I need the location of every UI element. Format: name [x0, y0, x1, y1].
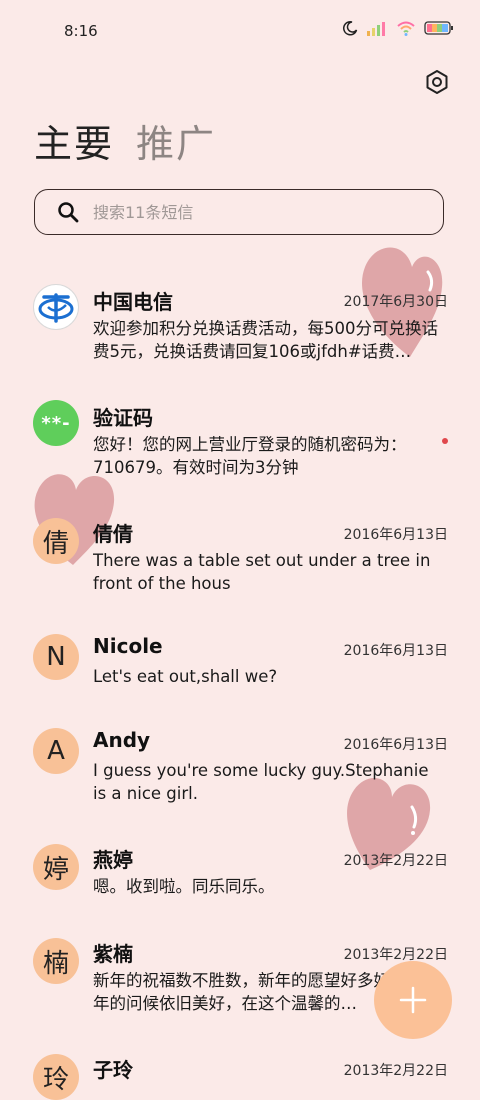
- conversation-preview: I guess you're some lucky guy.Stephanie …: [93, 761, 429, 803]
- conversation-name: 子玲: [93, 1058, 133, 1082]
- conversation-date: 2013年2月22日: [343, 947, 448, 963]
- status-bar: 8:16: [0, 0, 480, 60]
- conversation-preview: 您好！您的网上营业厅登录的随机密码为：710679。有效时间为3分钟: [93, 435, 407, 477]
- avatar: A: [33, 728, 79, 774]
- conversation-date: 2013年2月22日: [343, 1063, 448, 1079]
- status-icons: [342, 20, 454, 36]
- settings-icon: [426, 70, 448, 94]
- conversation-item[interactable]: A Andy 2016年6月13日 I guess you're some lu…: [0, 702, 480, 812]
- settings-button[interactable]: [422, 67, 452, 97]
- conversation-date: 2013年2月22日: [343, 853, 448, 869]
- plus-icon: [399, 986, 427, 1014]
- search-bar[interactable]: [34, 189, 444, 235]
- conversation-name: 燕婷: [93, 848, 133, 872]
- avatar: 婷: [33, 844, 79, 890]
- china-telecom-logo-icon: [38, 293, 74, 323]
- conversation-preview: Let's eat out,shall we?: [93, 667, 278, 686]
- avatar: [33, 284, 79, 330]
- conversation-date: 2017年6月30日: [343, 294, 448, 310]
- avatar: 倩: [33, 518, 79, 564]
- conversation-name: 中国电信: [93, 290, 173, 314]
- conversation-item[interactable]: 中国电信 2017年6月30日 欢迎参加积分兑换话费活动，每500分可兑换话费5…: [0, 260, 480, 370]
- conversation-item[interactable]: 倩 倩倩 2016年6月13日 There was a table set ou…: [0, 492, 480, 602]
- conversation-name: 紫楠: [93, 942, 133, 966]
- avatar: 玲: [33, 1054, 79, 1100]
- conversation-preview: 欢迎参加积分兑换话费活动，每500分可兑换话费5元，兑换话费请回复106或jfd…: [93, 319, 438, 361]
- conversation-name: Nicole: [93, 634, 163, 658]
- tab-primary[interactable]: 主要: [34, 120, 114, 168]
- conversation-date: 2016年6月13日: [343, 737, 448, 753]
- conversation-date: 2016年6月13日: [343, 643, 448, 659]
- battery-icon: [424, 21, 453, 35]
- conversation-item[interactable]: **- 验证码 您好！您的网上营业厅登录的随机密码为：710679。有效时间为3…: [0, 376, 480, 486]
- conversation-name: 验证码: [93, 406, 153, 430]
- tab-bar: 主要 推广: [34, 120, 216, 168]
- moon-icon: [342, 21, 358, 36]
- avatar: 楠: [33, 938, 79, 984]
- search-input[interactable]: [91, 201, 415, 223]
- new-message-button[interactable]: [374, 961, 452, 1039]
- conversation-name: Andy: [93, 728, 151, 752]
- signal-icon: [367, 22, 385, 36]
- conversation-name: 倩倩: [93, 522, 133, 546]
- wifi-icon: [397, 21, 415, 36]
- conversation-preview: 嗯。收到啦。同乐同乐。: [93, 877, 275, 896]
- conversation-preview: There was a table set out under a tree i…: [93, 551, 431, 593]
- avatar: **-: [33, 400, 79, 446]
- conversation-item[interactable]: N Nicole 2016年6月13日 Let's eat out,shall …: [0, 608, 480, 698]
- search-icon: [58, 202, 79, 223]
- avatar: N: [33, 634, 79, 680]
- status-time: 8:16: [64, 22, 98, 40]
- conversation-date: 2016年6月13日: [343, 527, 448, 543]
- conversation-item[interactable]: 婷 燕婷 2013年2月22日 嗯。收到啦。同乐同乐。: [0, 818, 480, 908]
- tab-promotions[interactable]: 推广: [136, 120, 216, 168]
